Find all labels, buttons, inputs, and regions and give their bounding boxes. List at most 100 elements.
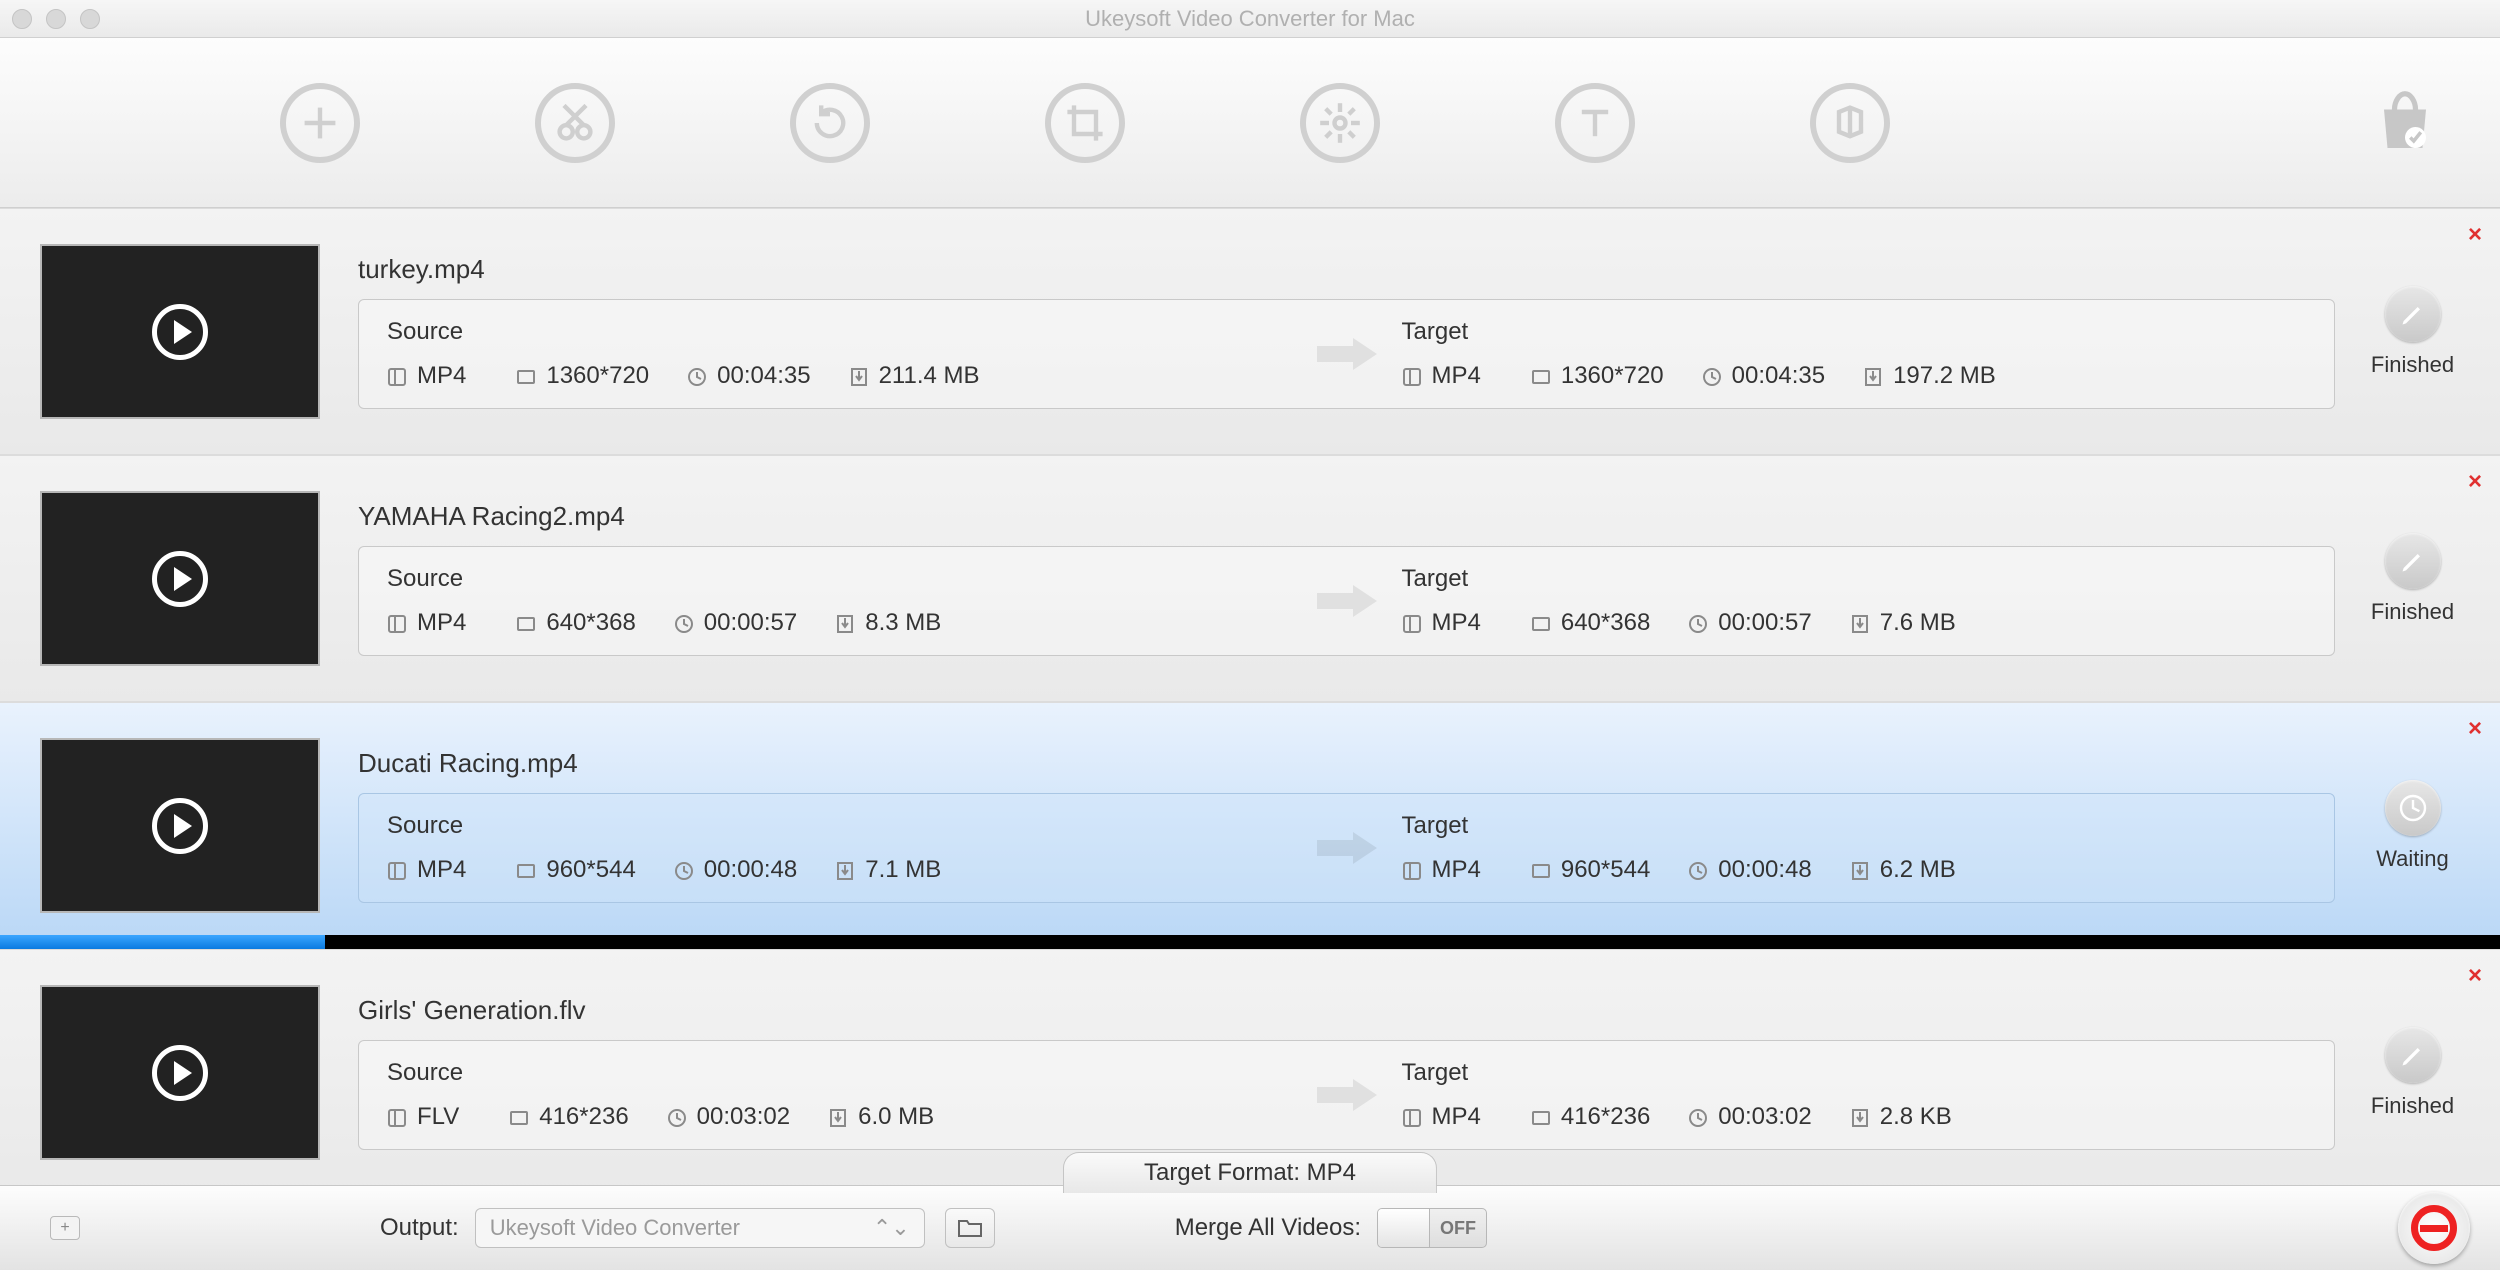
video-row[interactable]: ×turkey.mp4SourceMP41360*72000:04:35211.… [0, 208, 2500, 455]
source-col: SourceMP4960*54400:00:487.1 MB [387, 812, 1292, 884]
edit-button[interactable] [2385, 1027, 2441, 1083]
format-value: MP4 [1402, 856, 1481, 884]
output-folder-value: Ukeysoft Video Converter [490, 1215, 740, 1241]
status-label: Waiting [2376, 846, 2449, 872]
status-label: Finished [2371, 352, 2454, 378]
duration-value: 00:03:02 [667, 1103, 790, 1131]
footer-bar: Target Format: MP4 + Output: Ukeysoft Vi… [0, 1185, 2500, 1270]
format-value: MP4 [387, 362, 466, 390]
info-box: SourceMP41360*72000:04:35211.4 MBTargetM… [358, 299, 2335, 409]
filename: YAMAHA Racing2.mp4 [358, 501, 2335, 532]
duration-value: 00:00:48 [1688, 856, 1811, 884]
progress-bar [0, 935, 2500, 949]
play-icon [152, 551, 208, 607]
resolution-value: 640*368 [516, 609, 635, 637]
edit-button[interactable] [2385, 286, 2441, 342]
resolution-value: 1360*720 [516, 362, 649, 390]
status-label: Finished [2371, 599, 2454, 625]
arrow-icon [1312, 581, 1382, 621]
resolution-value: 416*236 [1531, 1103, 1650, 1131]
duration-value: 00:00:48 [674, 856, 797, 884]
play-icon [152, 304, 208, 360]
target-col: TargetMP4960*54400:00:486.2 MB [1402, 812, 2307, 884]
output-folder-select[interactable]: Ukeysoft Video Converter ⌃⌄ [475, 1208, 925, 1248]
format-value: MP4 [387, 856, 466, 884]
edit-button[interactable] [2385, 533, 2441, 589]
remove-button[interactable]: × [2468, 221, 2482, 249]
play-icon [152, 798, 208, 854]
toolbar [0, 38, 2500, 208]
filesize-value: 2.8 KB [1850, 1103, 1952, 1131]
target-col: TargetMP4640*36800:00:577.6 MB [1402, 565, 2307, 637]
output-label: Output: [380, 1214, 459, 1242]
thumbnail[interactable] [40, 244, 320, 419]
stop-button[interactable] [2398, 1192, 2470, 1264]
thumbnail[interactable] [40, 738, 320, 913]
rotate-button[interactable] [790, 83, 870, 163]
filesize-value: 8.3 MB [835, 609, 941, 637]
open-folder-button[interactable] [945, 1208, 995, 1248]
merge-toggle[interactable]: OFF [1377, 1208, 1487, 1248]
titlebar: Ukeysoft Video Converter for Mac [0, 0, 2500, 38]
resolution-value: 1360*720 [1531, 362, 1664, 390]
resolution-value: 960*544 [1531, 856, 1650, 884]
filesize-value: 7.1 MB [835, 856, 941, 884]
format-value: MP4 [1402, 362, 1481, 390]
filename: turkey.mp4 [358, 254, 2335, 285]
arrow-icon [1312, 828, 1382, 868]
info-box: SourceMP4960*54400:00:487.1 MBTargetMP49… [358, 793, 2335, 903]
chevron-updown-icon: ⌃⌄ [873, 1215, 910, 1241]
crop-button[interactable] [1045, 83, 1125, 163]
shop-icon[interactable] [2370, 85, 2440, 160]
remove-button[interactable]: × [2468, 468, 2482, 496]
source-col: SourceMP41360*72000:04:35211.4 MB [387, 318, 1292, 390]
format-value: MP4 [1402, 609, 1481, 637]
video-row[interactable]: ×Ducati Racing.mp4SourceMP4960*54400:00:… [0, 702, 2500, 949]
resolution-value: 960*544 [516, 856, 635, 884]
target-col: TargetMP4416*23600:03:022.8 KB [1402, 1059, 2307, 1131]
arrow-icon [1312, 1075, 1382, 1115]
source-col: SourceFLV416*23600:03:026.0 MB [387, 1059, 1292, 1131]
info-box: SourceFLV416*23600:03:026.0 MBTargetMP44… [358, 1040, 2335, 1150]
video-row[interactable]: ×Girls' Generation.flvSourceFLV416*23600… [0, 949, 2500, 1185]
target-format-label[interactable]: Target Format: MP4 [1063, 1152, 1437, 1193]
text-button[interactable] [1555, 83, 1635, 163]
toggle-knob [1378, 1209, 1430, 1247]
info-box: SourceMP4640*36800:00:578.3 MBTargetMP46… [358, 546, 2335, 656]
format-value: MP4 [1402, 1103, 1481, 1131]
add-file-button[interactable] [280, 83, 360, 163]
trim-button[interactable] [535, 83, 615, 163]
merge-label: Merge All Videos: [1175, 1214, 1361, 1242]
window-title: Ukeysoft Video Converter for Mac [0, 6, 2500, 32]
resolution-value: 640*368 [1531, 609, 1650, 637]
filesize-value: 6.0 MB [828, 1103, 934, 1131]
filesize-value: 211.4 MB [849, 362, 980, 390]
video-list: ×turkey.mp4SourceMP41360*72000:04:35211.… [0, 208, 2500, 1185]
duration-value: 00:04:35 [687, 362, 810, 390]
remove-button[interactable]: × [2468, 715, 2482, 743]
remove-button[interactable]: × [2468, 962, 2482, 990]
status-label: Finished [2371, 1093, 2454, 1119]
filename: Girls' Generation.flv [358, 995, 2335, 1026]
format-value: FLV [387, 1103, 459, 1131]
effects-button[interactable] [1300, 83, 1380, 163]
filesize-value: 197.2 MB [1863, 362, 1996, 390]
duration-value: 00:00:57 [674, 609, 797, 637]
video-row[interactable]: ×YAMAHA Racing2.mp4SourceMP4640*36800:00… [0, 455, 2500, 702]
resolution-value: 416*236 [509, 1103, 628, 1131]
add-small-button[interactable]: + [50, 1216, 80, 1240]
clock-icon [2385, 780, 2441, 836]
audio-button[interactable] [1810, 83, 1890, 163]
duration-value: 00:03:02 [1688, 1103, 1811, 1131]
target-col: TargetMP41360*72000:04:35197.2 MB [1402, 318, 2307, 390]
filesize-value: 6.2 MB [1850, 856, 1956, 884]
duration-value: 00:00:57 [1688, 609, 1811, 637]
toggle-off-label: OFF [1430, 1218, 1486, 1239]
filename: Ducati Racing.mp4 [358, 748, 2335, 779]
source-col: SourceMP4640*36800:00:578.3 MB [387, 565, 1292, 637]
play-icon [152, 1045, 208, 1101]
arrow-icon [1312, 334, 1382, 374]
thumbnail[interactable] [40, 985, 320, 1160]
filesize-value: 7.6 MB [1850, 609, 1956, 637]
thumbnail[interactable] [40, 491, 320, 666]
